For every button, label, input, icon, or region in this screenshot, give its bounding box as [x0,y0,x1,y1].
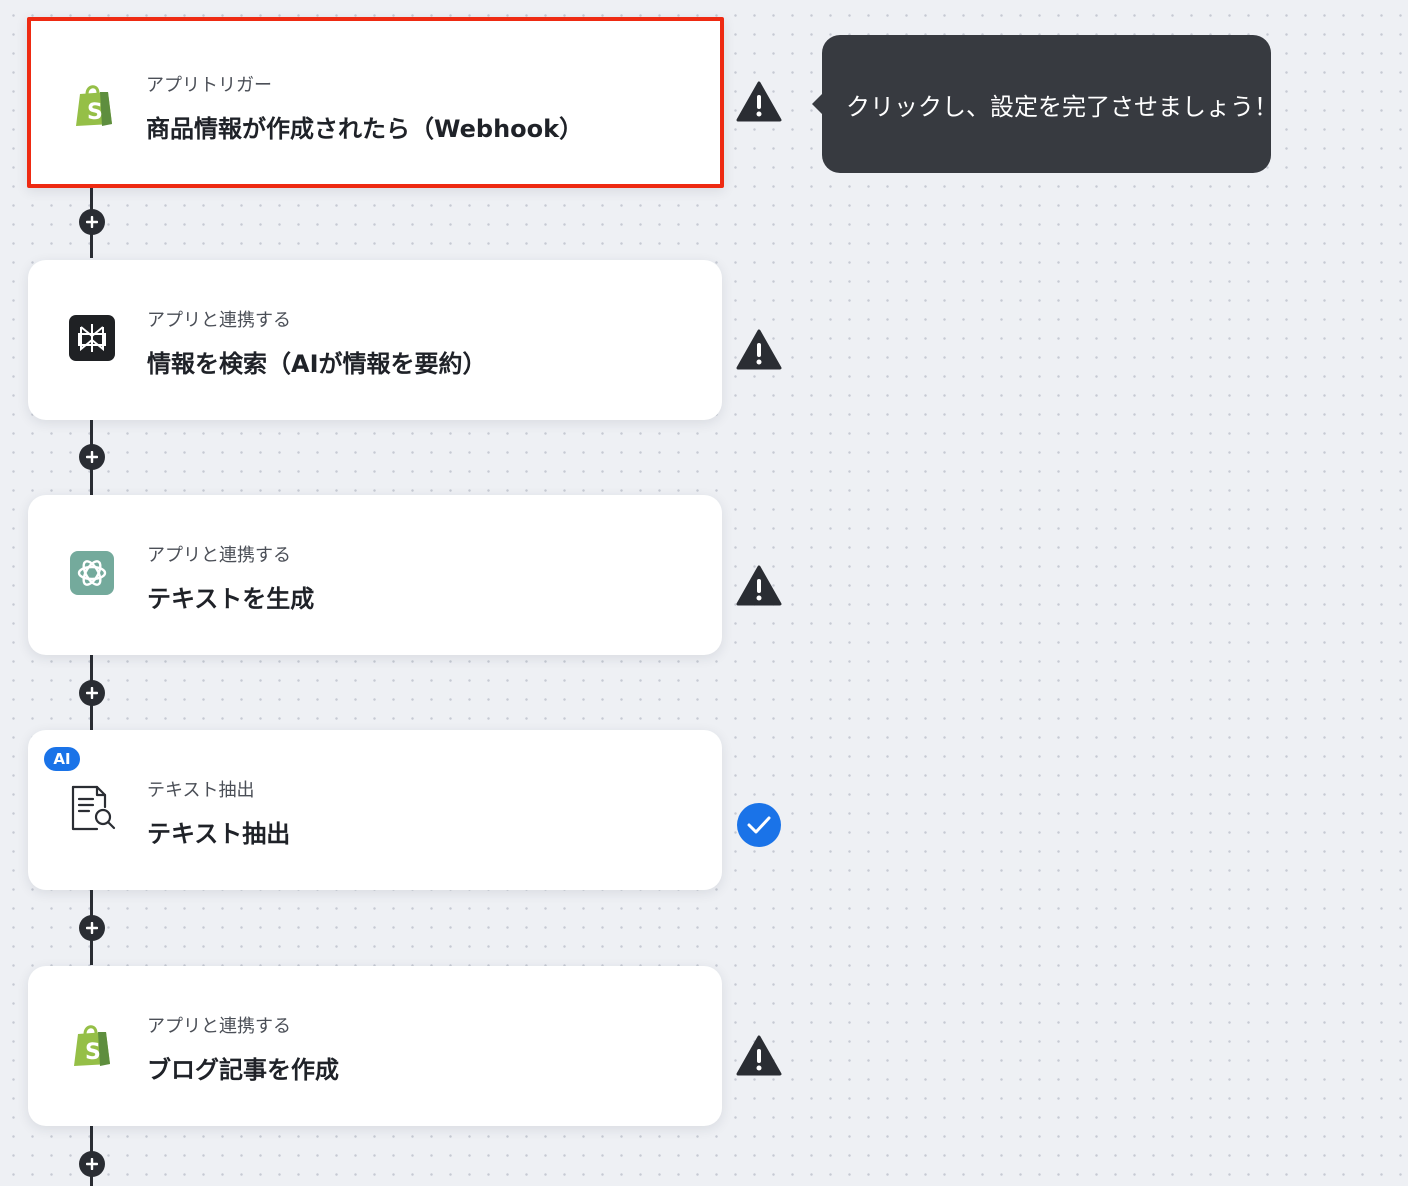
step-title: ブログ記事を作成 [147,1056,339,1084]
flow-step-card[interactable]: S アプリと連携する ブログ記事を作成 [28,966,722,1126]
step-type-label: テキスト抽出 [147,780,255,801]
step-type-label: アプリと連携する [147,545,291,566]
plus-icon [86,216,98,228]
add-step-button[interactable] [79,680,105,706]
step-title: 商品情報が作成されたら（Webhook） [146,115,584,143]
perplexity-icon [66,312,118,364]
step-type-label: アプリと連携する [147,1016,291,1037]
warning-icon [736,329,782,370]
flow-step-card[interactable]: アプリと連携する 情報を検索（AIが情報を要約） [28,260,722,420]
flow-step-card[interactable]: アプリと連携する テキストを生成 [28,495,722,655]
step-title: 情報を検索（AIが情報を要約） [147,350,487,378]
step-title: テキスト抽出 [147,820,291,848]
step-type-label: アプリと連携する [147,310,291,331]
shopify-icon: S [66,1018,118,1070]
plus-icon [86,1158,98,1170]
document-search-icon [66,782,118,834]
plus-icon [86,922,98,934]
plus-icon [86,687,98,699]
tooltip-text: クリックし、設定を完了させましょう！ [846,92,1278,121]
chatgpt-icon [66,547,118,599]
plus-icon [86,451,98,463]
hint-tooltip: クリックし、設定を完了させましょう！ [812,35,1278,173]
ai-badge: AI [42,745,82,773]
flow-step-card[interactable]: S アプリトリガー 商品情報が作成されたら（Webhook） [27,17,724,188]
step-type-label: アプリトリガー [146,75,272,96]
warning-icon [736,81,782,122]
warning-icon [736,1035,782,1076]
check-circle-icon [737,803,781,847]
svg-text:S: S [87,100,103,125]
flow-step-card[interactable]: テキスト抽出 テキスト抽出 [28,730,722,890]
add-step-button[interactable] [79,444,105,470]
add-step-button[interactable] [79,915,105,941]
warning-icon [736,565,782,606]
step-title: テキストを生成 [147,585,315,613]
add-step-button[interactable] [79,1151,105,1177]
add-step-button[interactable] [79,209,105,235]
svg-text:S: S [85,1040,101,1065]
shopify-icon: S [68,78,120,130]
